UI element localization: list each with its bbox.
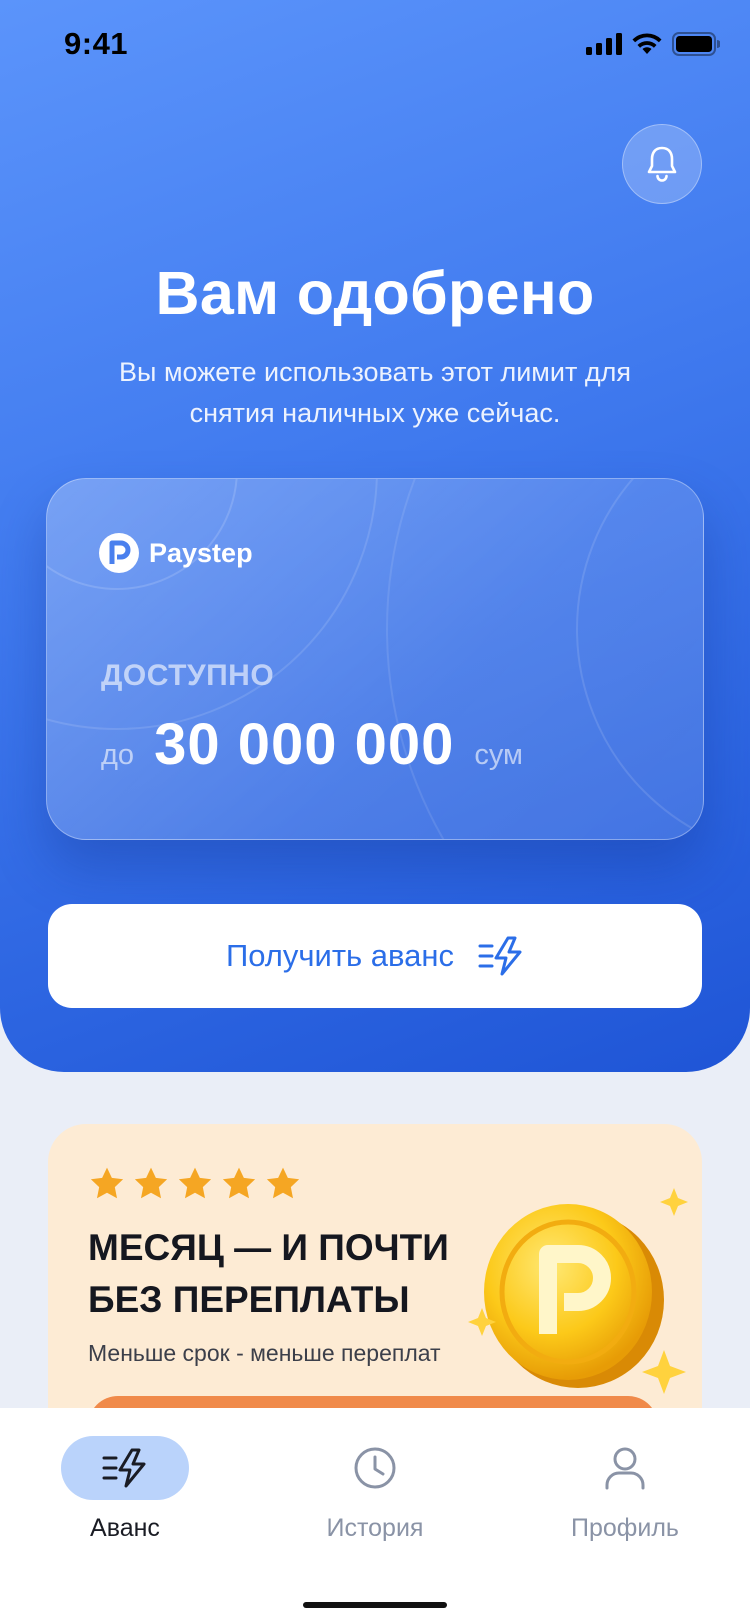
notifications-button[interactable] [622,124,702,204]
amount-row: до 30 000 000 сум [101,711,523,778]
limit-card: Paystep ДОСТУПНО до 30 000 000 сум [46,478,704,840]
star-icon [222,1167,256,1199]
status-time: 9:41 [64,26,129,61]
tab-history-label: История [326,1514,424,1542]
status-bar: 9:41 [0,0,750,92]
promo-subtitle: Меньше срок - меньше переплат [88,1340,441,1366]
cellular-signal-icon [586,33,622,55]
user-icon [605,1447,645,1490]
tab-advance-pill [61,1436,189,1500]
gold-coin-icon [468,1188,688,1394]
wifi-icon [632,33,662,54]
star-icon [178,1167,212,1199]
tab-history-pill [311,1436,439,1500]
status-icons [586,32,720,56]
home-indicator [303,1602,447,1608]
tab-profile-pill [561,1436,689,1500]
tab-profile[interactable]: Профиль [555,1436,695,1543]
bottom-tab-bar: Аванс История Профиль [0,1408,750,1624]
available-label: ДОСТУПНО [101,659,275,692]
amount-value: 30 000 000 [154,712,455,777]
bell-icon [647,146,677,182]
get-advance-label: Получить аванс [225,938,455,973]
page-title: Вам одобрено [155,259,595,327]
paystep-logo-icon [99,533,139,573]
rating-stars [88,1166,302,1202]
brand-name: Paystep [149,537,253,568]
lightning-icon [102,1448,146,1488]
page-subtitle: Вы можете использовать этот лимит для сн… [119,357,631,428]
battery-icon [672,32,720,56]
star-icon [134,1167,168,1199]
clock-icon [354,1447,396,1489]
amount-prefix: до [101,739,135,771]
star-icon [90,1167,124,1199]
promo-title: МЕСЯЦ — И ПОЧТИ БЕЗ ПЕРЕПЛАТЫ [88,1227,449,1320]
tab-advance[interactable]: Аванс [55,1436,195,1543]
lightning-icon [478,936,522,976]
tab-profile-label: Профиль [571,1514,679,1542]
promo-banner[interactable]: МЕСЯЦ — И ПОЧТИ БЕЗ ПЕРЕПЛАТЫ Меньше сро… [48,1124,702,1454]
tab-advance-label: Аванс [90,1514,160,1542]
currency-label: сум [474,739,523,771]
star-icon [266,1167,300,1199]
tab-history[interactable]: История [305,1436,445,1543]
hero-section: 9:41 Вам одобрено Вы можете использовать… [0,0,750,1072]
brand: Paystep [99,533,253,573]
get-advance-button[interactable]: Получить аванс [48,904,702,1008]
